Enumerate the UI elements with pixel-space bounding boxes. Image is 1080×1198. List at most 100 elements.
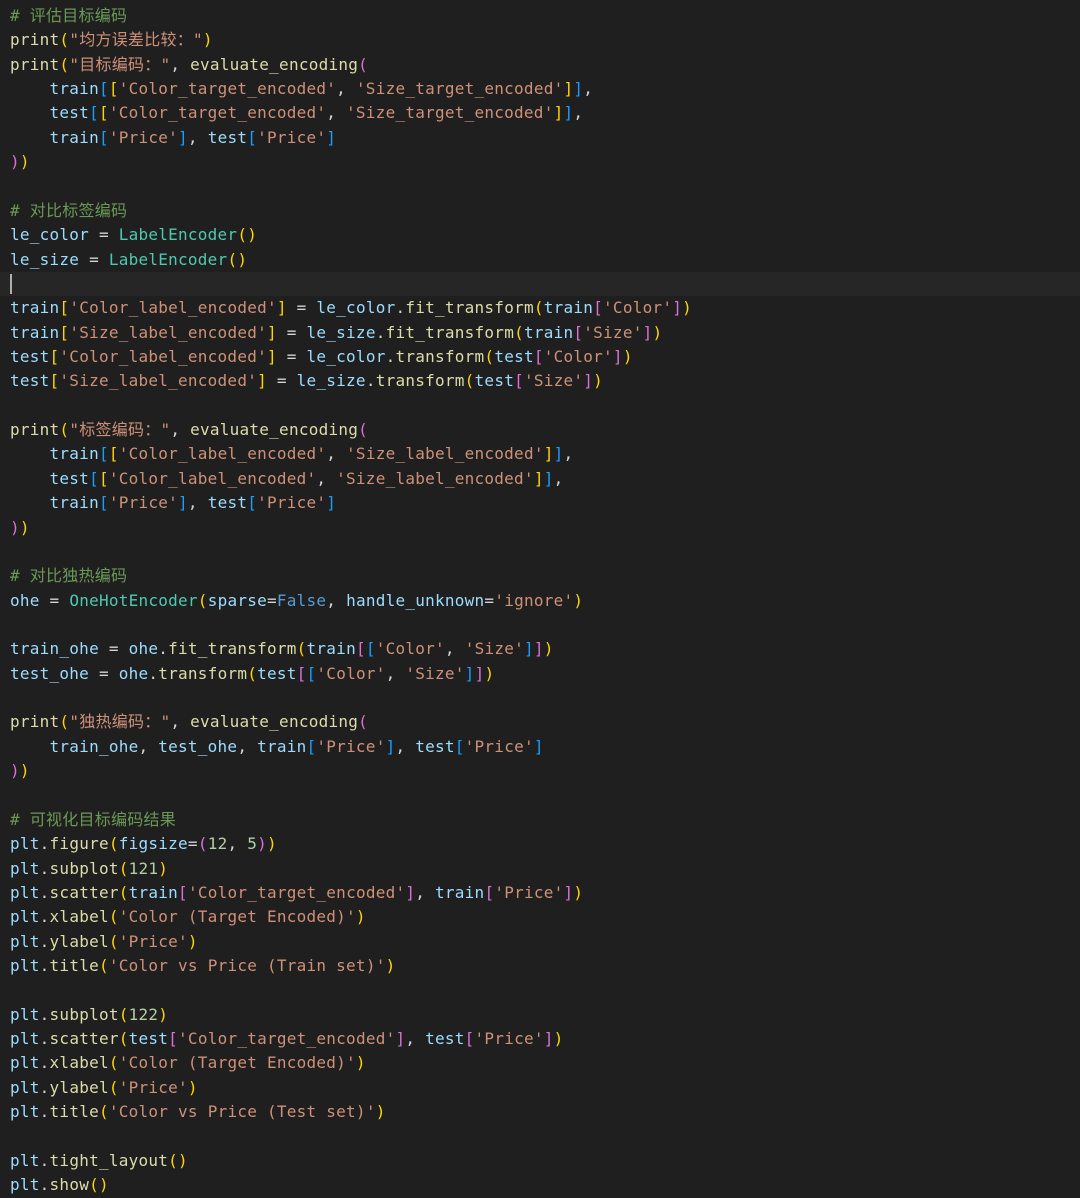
code-token: test_ohe <box>10 663 90 683</box>
code-line[interactable] <box>0 686 1080 710</box>
code-line[interactable]: plt.ylabel('Price') <box>0 930 1080 954</box>
code-token: ) <box>355 907 366 927</box>
code-token: ( <box>108 834 119 854</box>
code-token: ( <box>98 956 109 976</box>
code-line[interactable]: le_color = LabelEncoder() <box>0 223 1080 247</box>
code-line[interactable]: test['Color_label_encoded'] = le_color.t… <box>0 345 1080 369</box>
code-token: # 对比标签编码 <box>10 200 128 220</box>
code-line[interactable]: # 对比标签编码 <box>0 199 1080 223</box>
code-token: ) <box>237 249 248 269</box>
code-token: , <box>326 103 347 123</box>
code-token: print <box>10 30 60 50</box>
code-line[interactable]: plt.subplot(121) <box>0 857 1080 881</box>
code-token: ] <box>563 79 574 99</box>
code-token: train <box>543 298 594 318</box>
code-line[interactable] <box>0 394 1080 418</box>
code-token: ) <box>573 882 584 902</box>
code-line[interactable]: test[['Color_target_encoded', 'Size_targ… <box>0 101 1080 125</box>
code-token: = <box>187 834 198 854</box>
code-line[interactable]: # 评估目标编码 <box>0 4 1080 28</box>
code-line[interactable] <box>0 613 1080 637</box>
code-line[interactable]: # 对比独热编码 <box>0 564 1080 588</box>
code-line[interactable]: le_size = LabelEncoder() <box>0 248 1080 272</box>
code-token: 'Size_target_encoded' <box>355 79 564 99</box>
code-token: . <box>39 907 50 927</box>
code-token: 121 <box>128 858 159 878</box>
code-line[interactable]: train['Color_label_encoded'] = le_color.… <box>0 296 1080 320</box>
code-token: ) <box>158 858 169 878</box>
code-line[interactable]: )) <box>0 759 1080 783</box>
code-token: OneHotEncoder <box>69 590 198 610</box>
code-token: . <box>39 1102 50 1122</box>
code-token: ylabel <box>49 1077 109 1097</box>
code-line[interactable]: print("独热编码：", evaluate_encoding( <box>0 710 1080 734</box>
code-token: ] <box>266 322 277 342</box>
code-line[interactable]: plt.ylabel('Price') <box>0 1076 1080 1100</box>
code-token: ( <box>118 882 129 902</box>
code-token: xlabel <box>49 907 109 927</box>
code-token: ( <box>296 639 307 659</box>
code-line[interactable] <box>0 271 1080 297</box>
code-token: . <box>39 1077 50 1097</box>
code-line[interactable]: train['Price'], test['Price'] <box>0 491 1080 515</box>
code-line[interactable]: plt.title('Color vs Price (Train set)') <box>0 954 1080 978</box>
code-line[interactable] <box>0 540 1080 564</box>
code-line[interactable]: train_ohe = ohe.fit_transform(train[['Co… <box>0 637 1080 661</box>
code-line[interactable]: train_ohe, test_ohe, train['Price'], tes… <box>0 735 1080 759</box>
code-token: = <box>484 590 495 610</box>
code-token: xlabel <box>49 1053 109 1073</box>
code-token: train <box>49 493 99 513</box>
code-token: 'Color_label_encoded' <box>69 298 277 318</box>
code-line[interactable] <box>0 1125 1080 1149</box>
code-line[interactable]: plt.scatter(train['Color_target_encoded'… <box>0 881 1080 905</box>
code-line[interactable]: print("标签编码：", evaluate_encoding( <box>0 418 1080 442</box>
code-line[interactable]: plt.scatter(test['Color_target_encoded']… <box>0 1027 1080 1051</box>
code-token: le_size <box>296 371 366 391</box>
code-line[interactable]: plt.xlabel('Color (Target Encoded)') <box>0 905 1080 929</box>
code-token: , <box>573 103 584 123</box>
code-line[interactable]: # 可视化目标编码结果 <box>0 808 1080 832</box>
code-line[interactable]: )) <box>0 150 1080 174</box>
code-line[interactable]: ohe = OneHotEncoder(sparse=False, handle… <box>0 589 1080 613</box>
code-line[interactable]: train[['Color_target_encoded', 'Size_tar… <box>0 77 1080 101</box>
code-line[interactable]: plt.figure(figsize=(12, 5)) <box>0 832 1080 856</box>
code-line[interactable]: )) <box>0 516 1080 540</box>
code-token: title <box>49 1102 99 1122</box>
code-line[interactable] <box>0 978 1080 1002</box>
code-line[interactable]: print("均方误差比较：") <box>0 28 1080 52</box>
code-token: ] <box>276 298 287 318</box>
code-token: 5 <box>247 834 258 854</box>
code-line[interactable]: plt.subplot(122) <box>0 1003 1080 1027</box>
code-line[interactable]: plt.title('Color vs Price (Test set)') <box>0 1100 1080 1124</box>
code-line[interactable]: train['Size_label_encoded'] = le_size.fi… <box>0 321 1080 345</box>
code-token: , <box>170 420 191 440</box>
code-token: ] <box>612 347 623 367</box>
code-token: fit_transform <box>385 322 515 342</box>
code-token: [ <box>108 79 119 99</box>
code-token: [ <box>247 127 258 147</box>
code-line[interactable]: plt.tight_layout() <box>0 1149 1080 1173</box>
code-token: , <box>405 1029 426 1049</box>
code-token: ] <box>405 882 416 902</box>
code-token: show <box>49 1175 90 1195</box>
code-line[interactable]: train[['Color_label_encoded', 'Size_labe… <box>0 442 1080 466</box>
code-line[interactable] <box>0 175 1080 199</box>
code-line[interactable]: plt.show() <box>0 1173 1080 1197</box>
code-line[interactable] <box>0 784 1080 808</box>
code-line[interactable]: test[['Color_label_encoded', 'Size_label… <box>0 467 1080 491</box>
code-editor[interactable]: # 评估目标编码 print("均方误差比较：") print("目标编码：", e… <box>0 4 1080 1194</box>
code-token: train <box>49 127 99 147</box>
code-line[interactable]: plt.xlabel('Color (Target Encoded)') <box>0 1051 1080 1075</box>
code-token: print <box>10 420 60 440</box>
code-token: . <box>39 1150 50 1170</box>
code-line[interactable]: test_ohe = ohe.transform(test[['Color', … <box>0 662 1080 686</box>
code-line[interactable]: train['Price'], test['Price'] <box>0 126 1080 150</box>
code-token: plt <box>10 931 40 951</box>
code-token: [ <box>306 663 317 683</box>
code-line[interactable]: print("目标编码：", evaluate_encoding( <box>0 53 1080 77</box>
code-token: . <box>395 298 406 318</box>
code-token: # 可视化目标编码结果 <box>10 809 177 829</box>
code-line[interactable]: test['Size_label_encoded'] = le_size.tra… <box>0 369 1080 393</box>
code-token: test <box>207 493 248 513</box>
code-token: print <box>10 712 60 732</box>
